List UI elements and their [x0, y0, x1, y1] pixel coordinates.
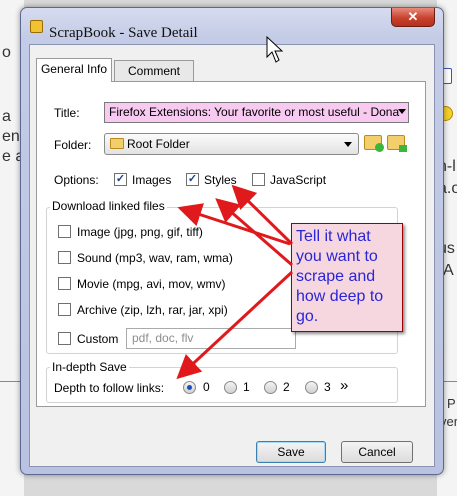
mouse-cursor-icon	[266, 36, 284, 63]
arrow-to-depth-options	[176, 270, 294, 380]
tab-general-info[interactable]: General Info	[36, 58, 112, 82]
